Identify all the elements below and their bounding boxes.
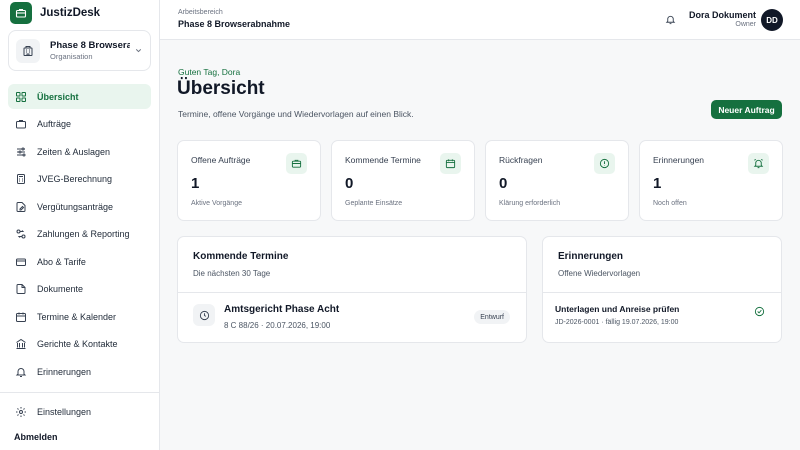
calendar-icon: [440, 153, 461, 174]
sliders-icon: [15, 146, 27, 158]
user-info[interactable]: Dora Dokument Owner: [689, 10, 756, 28]
reminder-title[interactable]: Unterlagen und Anreise prüfen: [555, 304, 679, 314]
sidebar-item-termine[interactable]: Termine & Kalender: [8, 304, 151, 329]
organization-name: Phase 8 Browsera...: [50, 40, 130, 51]
page-subtitle: Termine, offene Vorgänge und Wiedervorla…: [178, 109, 414, 119]
calendar-icon: [15, 311, 27, 323]
status-badge: Entwurf: [474, 310, 510, 324]
sidebar-item-verguetung[interactable]: Vergütungsanträge: [8, 194, 151, 219]
panel-subtitle: Offene Wiedervorlagen: [558, 269, 641, 278]
sidebar-item-label: Termine & Kalender: [37, 311, 117, 322]
sidebar-item-label: Übersicht: [37, 91, 79, 102]
sidebar-item-label: Erinnerungen: [37, 366, 92, 377]
sidebar-item-label: Zahlungen & Reporting: [37, 229, 130, 239]
workspace-name: Phase 8 Browserabnahme: [178, 19, 291, 29]
appointment-title[interactable]: Amtsgericht Phase Acht: [224, 304, 339, 315]
appointment-meta: 8 C 88/26 · 20.07.2026, 19:00: [224, 321, 331, 330]
top-bar: Arbeitsbereich Phase 8 Browserabnahme Do…: [160, 0, 800, 40]
organization-type: Organisation: [50, 52, 93, 61]
stat-label: Rückfragen: [499, 155, 543, 165]
bell-icon: [15, 366, 27, 378]
alarm-icon: [748, 153, 769, 174]
sidebar-item-label: Gerichte & Kontakte: [37, 339, 118, 349]
stat-label: Erinnerungen: [653, 155, 705, 165]
stat-card-reminders: Erinnerungen 1 Noch offen: [639, 140, 783, 221]
stat-label: Offene Aufträge: [191, 155, 251, 165]
sidebar-item-label: Aufträge: [37, 119, 72, 129]
user-name: Dora Dokument: [688, 10, 756, 20]
alert-circle-icon: [594, 153, 615, 174]
panel-divider: [178, 292, 526, 293]
sidebar-item-einstellungen[interactable]: Einstellungen: [8, 399, 151, 424]
brand[interactable]: JustizDesk: [0, 0, 159, 26]
new-order-button[interactable]: Neuer Auftrag: [711, 100, 782, 119]
sidebar-item-abo[interactable]: Abo & Tarife: [8, 249, 151, 274]
sidebar-settings: Einstellungen: [8, 399, 151, 427]
panel-divider: [543, 292, 781, 293]
stat-value: 0: [499, 175, 508, 192]
building-icon: [16, 38, 40, 63]
reminder-meta: JD-2026-0001 · fällig 19.07.2026, 19:00: [555, 319, 679, 326]
sidebar-item-zahlungen[interactable]: Zahlungen & Reporting: [8, 222, 151, 247]
bell-icon[interactable]: [665, 14, 676, 25]
stat-hint: Geplante Einsätze: [345, 200, 403, 207]
page-title: Übersicht: [177, 78, 265, 99]
stat-value: 1: [191, 175, 200, 192]
sidebar-item-label: JVEG-Berechnung: [37, 174, 113, 184]
sidebar-item-label: Dokumente: [37, 284, 84, 294]
brand-name: JustizDesk: [40, 7, 101, 19]
home-icon: [15, 91, 27, 103]
sidebar-item-erinnerungen[interactable]: Erinnerungen: [8, 359, 151, 384]
briefcase-icon: [15, 118, 27, 130]
stat-card-open-orders: Offene Aufträge 1 Aktive Vorgänge: [177, 140, 321, 221]
file-edit-icon: [15, 201, 27, 213]
check-circle-icon[interactable]: [754, 306, 765, 317]
sidebar-item-label: Einstellungen: [37, 406, 92, 417]
avatar[interactable]: DD: [761, 9, 783, 31]
briefcase-icon: [10, 2, 32, 24]
stat-label: Kommende Termine: [345, 155, 421, 165]
sidebar-item-label: Zeiten & Auslagen: [37, 146, 111, 157]
organization-switcher[interactable]: Phase 8 Browsera... Organisation: [8, 30, 151, 71]
building-icon: [15, 338, 27, 350]
card-icon: [15, 256, 27, 268]
panel-title: Erinnerungen: [558, 251, 624, 262]
stat-card-upcoming-appointments: Kommende Termine 0 Geplante Einsätze: [331, 140, 475, 221]
sidebar-nav: Übersicht Aufträge Zeiten & Auslagen JVE…: [8, 84, 151, 387]
stat-value: 1: [653, 175, 662, 192]
briefcase-icon: [286, 153, 307, 174]
panel-subtitle: Die nächsten 30 Tage: [193, 269, 271, 278]
logout-button[interactable]: Abmelden: [14, 432, 58, 442]
gear-icon: [15, 406, 27, 418]
panel-title: Kommende Termine: [193, 251, 289, 262]
sidebar-item-uebersicht[interactable]: Übersicht: [8, 84, 151, 109]
greeting: Guten Tag, Dora: [178, 67, 241, 77]
sidebar-item-dokumente[interactable]: Dokumente: [8, 277, 151, 302]
stat-value: 0: [345, 175, 354, 192]
sidebar-item-label: Vergütungsanträge: [37, 201, 114, 212]
stat-card-questions: Rückfragen 0 Klärung erforderlich: [485, 140, 629, 221]
stat-hint: Aktive Vorgänge: [191, 200, 242, 207]
clock-icon: [193, 304, 215, 326]
calculator-icon: [15, 173, 27, 185]
sidebar-item-zeiten[interactable]: Zeiten & Auslagen: [8, 139, 151, 164]
sidebar-item-gerichte[interactable]: Gerichte & Kontakte: [8, 332, 151, 357]
sidebar-divider: [0, 392, 159, 393]
stat-hint: Noch offen: [653, 200, 687, 207]
user-role: Owner: [735, 21, 756, 28]
appointments-panel: Kommende Termine Die nächsten 30 Tage Am…: [177, 236, 527, 343]
sidebar-item-jveg[interactable]: JVEG-Berechnung: [8, 167, 151, 192]
sidebar-item-label: Abo & Tarife: [37, 256, 86, 267]
transfer-icon: [15, 228, 27, 240]
document-icon: [15, 283, 27, 295]
stat-hint: Klärung erforderlich: [499, 200, 561, 207]
sidebar-item-auftraege[interactable]: Aufträge: [8, 112, 151, 137]
chevron-down-icon: [135, 49, 142, 53]
sidebar: JustizDesk Phase 8 Browsera... Organisat…: [0, 0, 160, 450]
workspace-label: Arbeitsbereich: [178, 9, 223, 16]
reminders-panel: Erinnerungen Offene Wiedervorlagen Unter…: [542, 236, 782, 343]
